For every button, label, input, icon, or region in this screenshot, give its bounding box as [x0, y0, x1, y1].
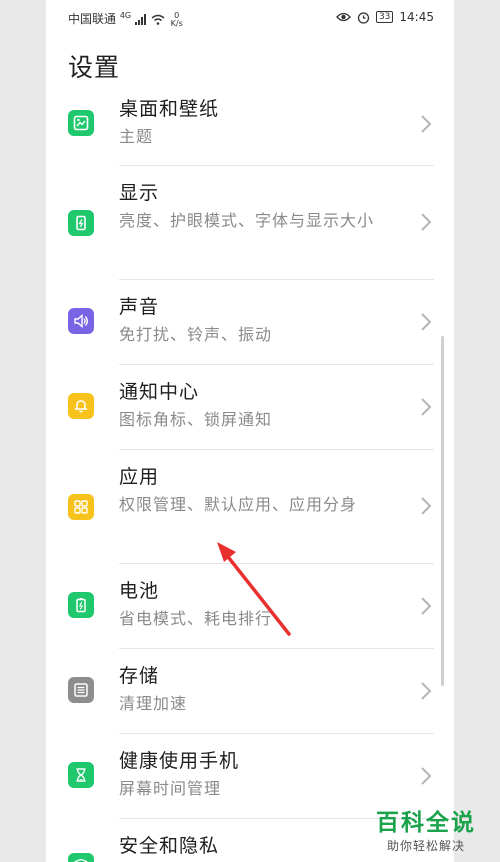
network-speed: 0 K/s — [170, 11, 183, 28]
status-right: 33 14:45 — [336, 10, 434, 24]
chevron-right-icon — [421, 115, 432, 133]
alarm-icon — [357, 11, 370, 24]
settings-item-title: 通知中心 — [119, 381, 200, 403]
settings-item-subtitle: 亮度、护眼模式、字体与显示大小 — [119, 211, 375, 230]
settings-item-subtitle: 免打扰、铃声、振动 — [119, 325, 273, 344]
sound-icon — [68, 308, 94, 334]
settings-item-title: 声音 — [119, 296, 160, 318]
settings-item-storage[interactable]: 存储 清理加速 — [46, 649, 454, 734]
page-title: 设置 — [68, 53, 121, 82]
settings-item-wallpaper[interactable]: 桌面和壁纸 主题 — [46, 82, 454, 166]
settings-item-display[interactable]: 显示 亮度、护眼模式、字体与显示大小 — [46, 166, 454, 280]
settings-item-text: 显示 亮度、护眼模式、字体与显示大小 — [119, 180, 414, 236]
settings-item-title: 电池 — [119, 580, 160, 602]
status-bar: 中国联通 4G 0 K/s 33 14:45 — [46, 0, 454, 36]
settings-list: 桌面和壁纸 主题 显示 亮度、护眼模式、字体与显示大小 声音 免打扰、铃声、振动… — [46, 82, 454, 862]
display-icon — [68, 210, 94, 236]
settings-item-title: 应用 — [119, 466, 160, 488]
shield-icon — [68, 853, 94, 862]
settings-item-text: 存储 清理加速 — [119, 663, 414, 719]
chevron-right-icon — [421, 497, 432, 515]
settings-item-text: 通知中心 图标角标、锁屏通知 — [119, 379, 414, 435]
settings-item-subtitle: 主题 — [119, 127, 154, 146]
signal-icon — [134, 14, 146, 25]
phone-screen: 中国联通 4G 0 K/s 33 14:45 设置 桌面和壁纸 主题 显示 亮度… — [46, 0, 454, 862]
settings-item-subtitle: 清理加速 — [119, 694, 188, 713]
hourglass-icon — [68, 762, 94, 788]
wifi-icon — [151, 14, 165, 25]
apps-grid-icon — [68, 494, 94, 520]
chevron-right-icon — [421, 313, 432, 331]
wallpaper-icon — [68, 110, 94, 136]
battery-icon — [68, 592, 94, 618]
chevron-right-icon — [421, 213, 432, 231]
watermark-logo: 百科全说 助你轻松解决 — [362, 808, 490, 854]
settings-item-text: 桌面和壁纸 主题 — [119, 96, 414, 152]
network-type: 4G — [119, 11, 132, 20]
chevron-right-icon — [421, 398, 432, 416]
chevron-right-icon — [421, 767, 432, 785]
storage-icon — [68, 677, 94, 703]
eye-comfort-icon — [336, 12, 351, 22]
settings-item-subtitle: 省电模式、耗电排行 — [119, 609, 273, 628]
status-left: 中国联通 4G 0 K/s — [68, 10, 183, 28]
chevron-right-icon — [421, 682, 432, 700]
speed-unit: K/s — [170, 18, 183, 28]
bell-icon — [68, 393, 94, 419]
settings-item-text: 健康使用手机 屏幕时间管理 — [119, 748, 414, 804]
clock: 14:45 — [399, 10, 434, 24]
chevron-right-icon — [421, 597, 432, 615]
settings-item-notifications[interactable]: 通知中心 图标角标、锁屏通知 — [46, 365, 454, 450]
settings-item-title: 显示 — [119, 182, 160, 204]
settings-item-subtitle: 权限管理、默认应用、应用分身 — [119, 495, 358, 514]
settings-item-subtitle: 屏幕时间管理 — [119, 779, 222, 798]
settings-item-text: 声音 免打扰、铃声、振动 — [119, 294, 414, 350]
settings-item-apps[interactable]: 应用 权限管理、默认应用、应用分身 — [46, 450, 454, 564]
settings-item-subtitle: 图标角标、锁屏通知 — [119, 410, 273, 429]
settings-item-battery[interactable]: 电池 省电模式、耗电排行 — [46, 564, 454, 649]
settings-item-title: 桌面和壁纸 — [119, 98, 220, 120]
settings-item-text: 电池 省电模式、耗电排行 — [119, 578, 414, 634]
watermark-title: 百科全说 — [376, 810, 476, 836]
settings-item-title: 健康使用手机 — [119, 750, 240, 772]
settings-item-title: 存储 — [119, 665, 160, 687]
watermark-subtitle: 助你轻松解决 — [386, 839, 465, 853]
settings-item-sound[interactable]: 声音 免打扰、铃声、振动 — [46, 280, 454, 365]
carrier-label: 中国联通 — [68, 12, 117, 26]
settings-item-text: 应用 权限管理、默认应用、应用分身 — [119, 464, 414, 520]
settings-item-digital-balance[interactable]: 健康使用手机 屏幕时间管理 — [46, 734, 454, 819]
scrollbar[interactable] — [441, 336, 444, 686]
battery-indicator: 33 — [375, 11, 394, 23]
